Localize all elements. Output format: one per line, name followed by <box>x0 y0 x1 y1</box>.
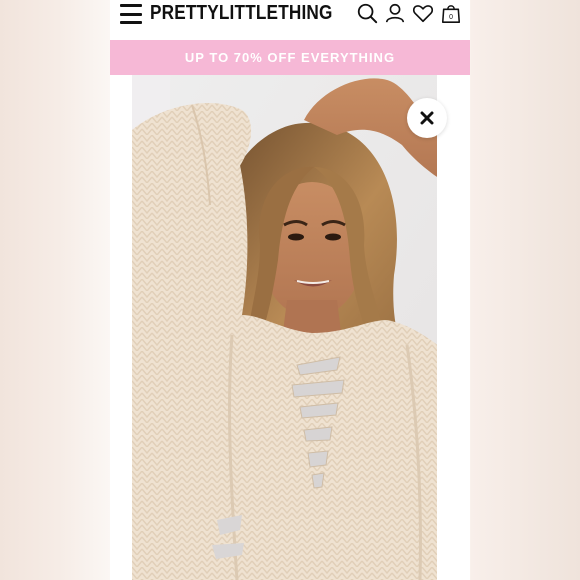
product-photo[interactable] <box>132 75 450 580</box>
shopping-bag-icon[interactable]: 0 <box>440 2 462 24</box>
close-icon[interactable] <box>407 98 447 138</box>
search-icon[interactable] <box>356 2 378 24</box>
mobile-page: PRETTYLITTLETHING 0 UP TO 70% OFF EVERYT… <box>110 0 470 580</box>
hamburger-menu-icon[interactable] <box>120 4 142 24</box>
close-glyph <box>420 111 434 125</box>
site-header: PRETTYLITTLETHING 0 <box>110 0 470 38</box>
heart-icon[interactable] <box>412 2 434 24</box>
brand-logo[interactable]: PRETTYLITTLETHING <box>150 2 333 25</box>
promo-text: UP TO 70% OFF EVERYTHING <box>184 50 396 65</box>
bag-count: 0 <box>449 14 453 21</box>
header-icons: 0 <box>356 2 462 24</box>
product-photo-illustration <box>132 75 450 580</box>
promo-banner[interactable]: UP TO 70% OFF EVERYTHING <box>110 40 470 75</box>
user-icon[interactable] <box>384 2 406 24</box>
